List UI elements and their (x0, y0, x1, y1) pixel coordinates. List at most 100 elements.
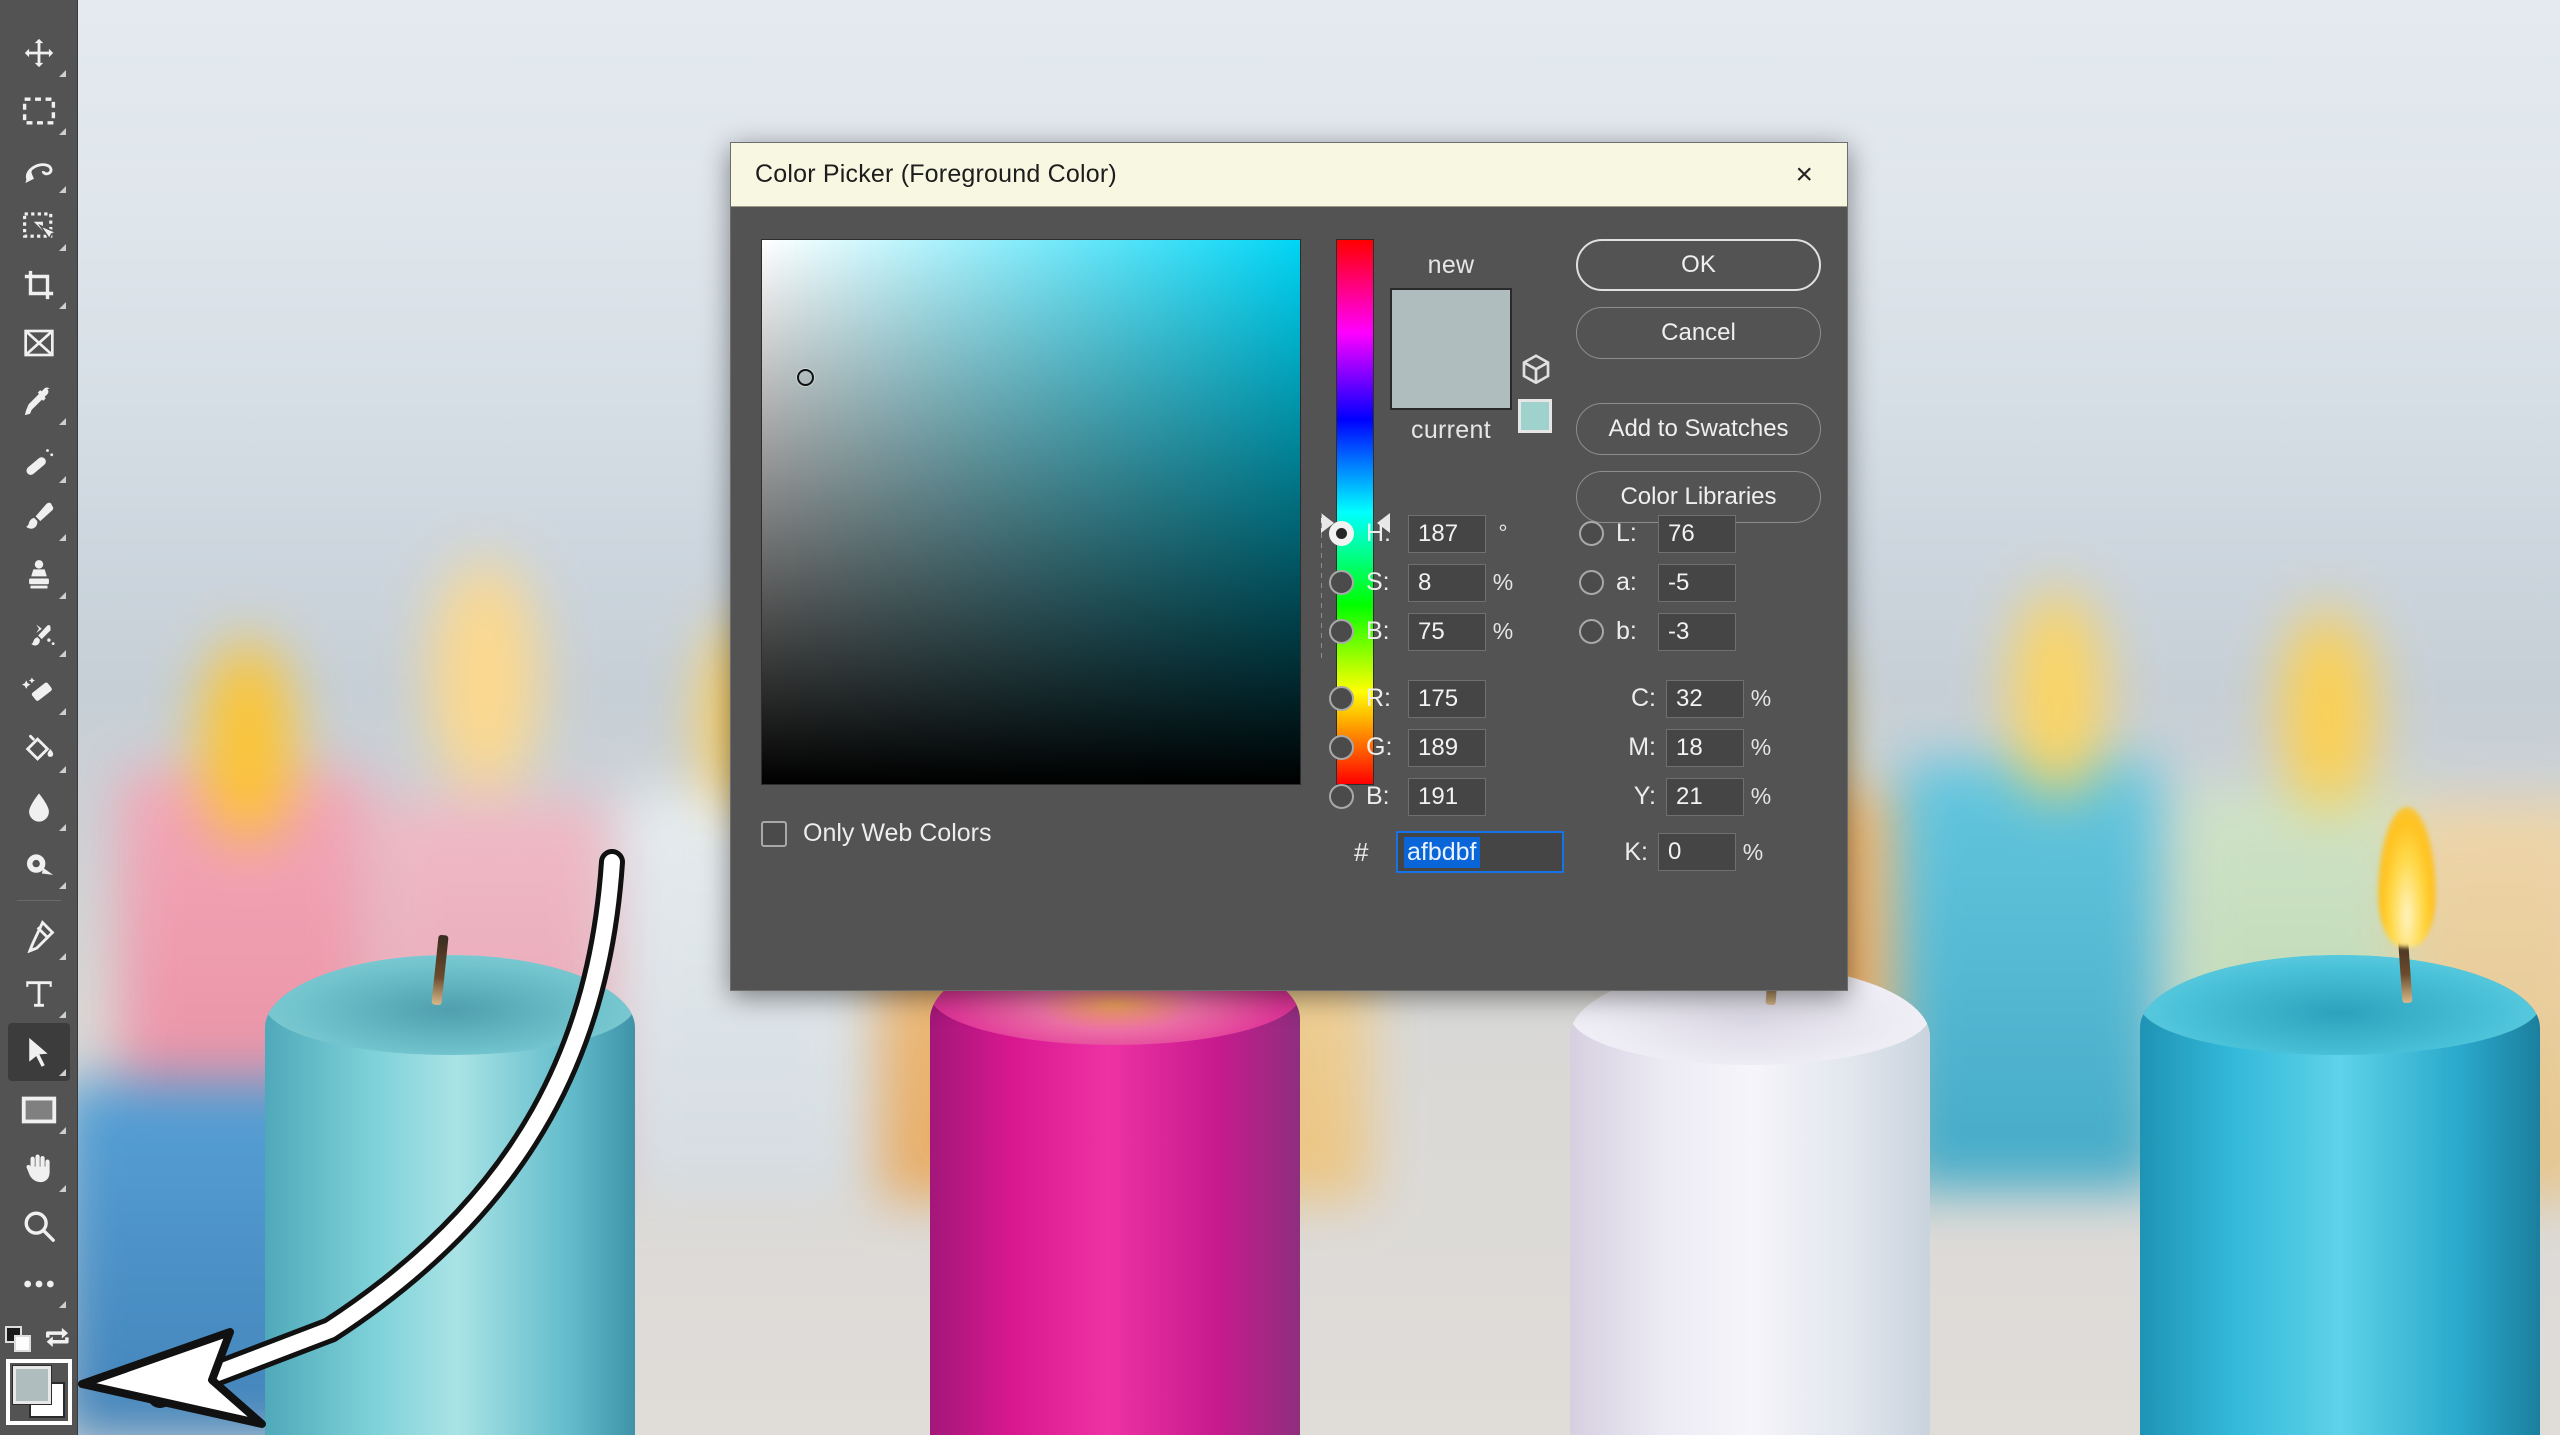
move-tool[interactable] (8, 24, 70, 82)
healing-brush-tool[interactable] (8, 430, 70, 488)
hand-tool[interactable] (8, 1139, 70, 1197)
only-web-colors-checkbox[interactable] (761, 820, 787, 847)
color-value-fields: H: 187 ° L: 76 S: 8 % a: -5 B: 75 % b: -… (1321, 509, 1827, 879)
radio-brightness[interactable] (1329, 619, 1354, 644)
tool-expand-corner (58, 592, 66, 599)
gamut-cube-icon[interactable] (1518, 352, 1554, 388)
field-row-h-l: H: 187 ° L: 76 (1329, 509, 1827, 558)
cancel-button[interactable]: Cancel (1576, 307, 1821, 359)
ok-button[interactable]: OK (1576, 239, 1821, 291)
type-tool[interactable] (8, 965, 70, 1023)
history-brush-tool[interactable] (8, 604, 70, 662)
input-y[interactable]: 21 (1666, 777, 1744, 816)
radio-h[interactable] (1329, 521, 1354, 546)
candle-white (1570, 965, 1930, 1435)
saturation-brightness-area (761, 239, 1301, 990)
unit-c: % (1750, 685, 1772, 711)
foreground-color-swatch[interactable] (12, 1365, 52, 1405)
input-brightness[interactable]: 75 (1408, 612, 1486, 651)
tool-expand-corner (58, 882, 66, 889)
radio-s[interactable] (1329, 570, 1354, 595)
label-r: R: (1366, 684, 1391, 712)
object-selection-tool[interactable] (8, 198, 70, 256)
lasso-tool[interactable] (8, 140, 70, 198)
blur-tool[interactable] (8, 778, 70, 836)
web-safe-color-chip[interactable] (1518, 399, 1552, 433)
input-g[interactable]: 189 (1408, 728, 1486, 767)
radio-l[interactable] (1579, 521, 1604, 546)
field-row-b-blab: B: 75 % b: -3 (1329, 607, 1827, 656)
color-picker-dialog[interactable]: Color Picker (Foreground Color) × Only W… (730, 142, 1848, 991)
brush-tool[interactable] (8, 488, 70, 546)
field-row-r-c: R: 175 C: 32 % (1329, 674, 1827, 723)
tool-expand-corner (58, 418, 66, 425)
hex-input-value: afbdbf (1404, 836, 1480, 868)
edit-toolbar-tool[interactable] (8, 1255, 70, 1313)
hex-input[interactable]: afbdbf (1396, 831, 1564, 873)
dialog-title: Color Picker (Foreground Color) (755, 160, 1117, 188)
label-c: C: (1631, 684, 1656, 712)
paint-bucket-tool[interactable] (8, 720, 70, 778)
input-c[interactable]: 32 (1666, 679, 1744, 718)
only-web-colors-row[interactable]: Only Web Colors (761, 819, 992, 848)
input-a[interactable]: -5 (1658, 563, 1736, 602)
rectangle-tool[interactable] (8, 1081, 70, 1139)
screen: Color Picker (Foreground Color) × Only W… (0, 0, 2560, 1435)
swap-colors-icon[interactable] (45, 1326, 73, 1352)
input-m[interactable]: 18 (1666, 728, 1744, 767)
tool-expand-corner (58, 70, 66, 77)
tool-expand-corner (58, 302, 66, 309)
saturation-brightness-field[interactable] (761, 239, 1301, 785)
input-b-lab[interactable]: -3 (1658, 612, 1736, 651)
close-icon[interactable]: × (1787, 158, 1821, 192)
radio-b-rgb[interactable] (1329, 784, 1354, 809)
add-to-swatches-button[interactable]: Add to Swatches (1576, 403, 1821, 455)
input-h[interactable]: 187 (1408, 514, 1486, 553)
rectangular-marquee-tool[interactable] (8, 82, 70, 140)
tool-expand-corner (58, 953, 66, 960)
label-b-lab: b: (1616, 617, 1637, 645)
input-s[interactable]: 8 (1408, 563, 1486, 602)
field-row-hex-k: # afbdbf K: 0 % (1329, 825, 1827, 879)
tool-expand-corner (58, 128, 66, 135)
tool-expand-corner (58, 1011, 66, 1018)
frame-tool[interactable] (8, 314, 70, 372)
dodge-tool[interactable] (8, 836, 70, 894)
input-k[interactable]: 0 (1658, 833, 1736, 871)
radio-r[interactable] (1329, 686, 1354, 711)
input-r[interactable]: 175 (1408, 679, 1486, 718)
crop-tool[interactable] (8, 256, 70, 314)
foreground-background-swatch-box[interactable] (6, 1359, 72, 1425)
hex-prefix-label: # (1354, 836, 1369, 867)
label-s: S: (1366, 568, 1390, 596)
candle-magenta (930, 945, 1300, 1435)
eraser-tool[interactable] (8, 662, 70, 720)
clone-stamp-tool[interactable] (8, 546, 70, 604)
photoshop-tools-panel[interactable] (0, 0, 78, 1435)
only-web-colors-label: Only Web Colors (803, 819, 992, 847)
path-selection-tool[interactable] (7, 1023, 70, 1081)
candle-teal-left (265, 955, 635, 1435)
input-l[interactable]: 76 (1658, 514, 1736, 553)
unit-m: % (1750, 734, 1772, 760)
tool-expand-corner (58, 534, 66, 541)
unit-brightness: % (1492, 618, 1514, 644)
radio-a[interactable] (1579, 570, 1604, 595)
eyedropper-tool[interactable] (8, 372, 70, 430)
default-colors-icon[interactable] (5, 1326, 31, 1352)
new-current-color-swatch[interactable] (1390, 288, 1512, 410)
zoom-tool[interactable] (8, 1197, 70, 1255)
radio-g[interactable] (1329, 735, 1354, 760)
input-b-rgb[interactable]: 191 (1408, 777, 1486, 816)
color-marker-ring[interactable] (797, 368, 815, 386)
unit-h: ° (1498, 520, 1508, 546)
tool-expand-corner (58, 186, 66, 193)
tool-expand-corner (58, 650, 66, 657)
tool-expand-corner (58, 766, 66, 773)
pen-tool[interactable] (8, 907, 70, 965)
label-y: Y: (1633, 782, 1656, 810)
toolbar-divider (16, 900, 61, 901)
radio-b-lab[interactable] (1579, 619, 1604, 644)
color-controls[interactable] (0, 1321, 78, 1425)
label-brightness: B: (1366, 617, 1390, 645)
